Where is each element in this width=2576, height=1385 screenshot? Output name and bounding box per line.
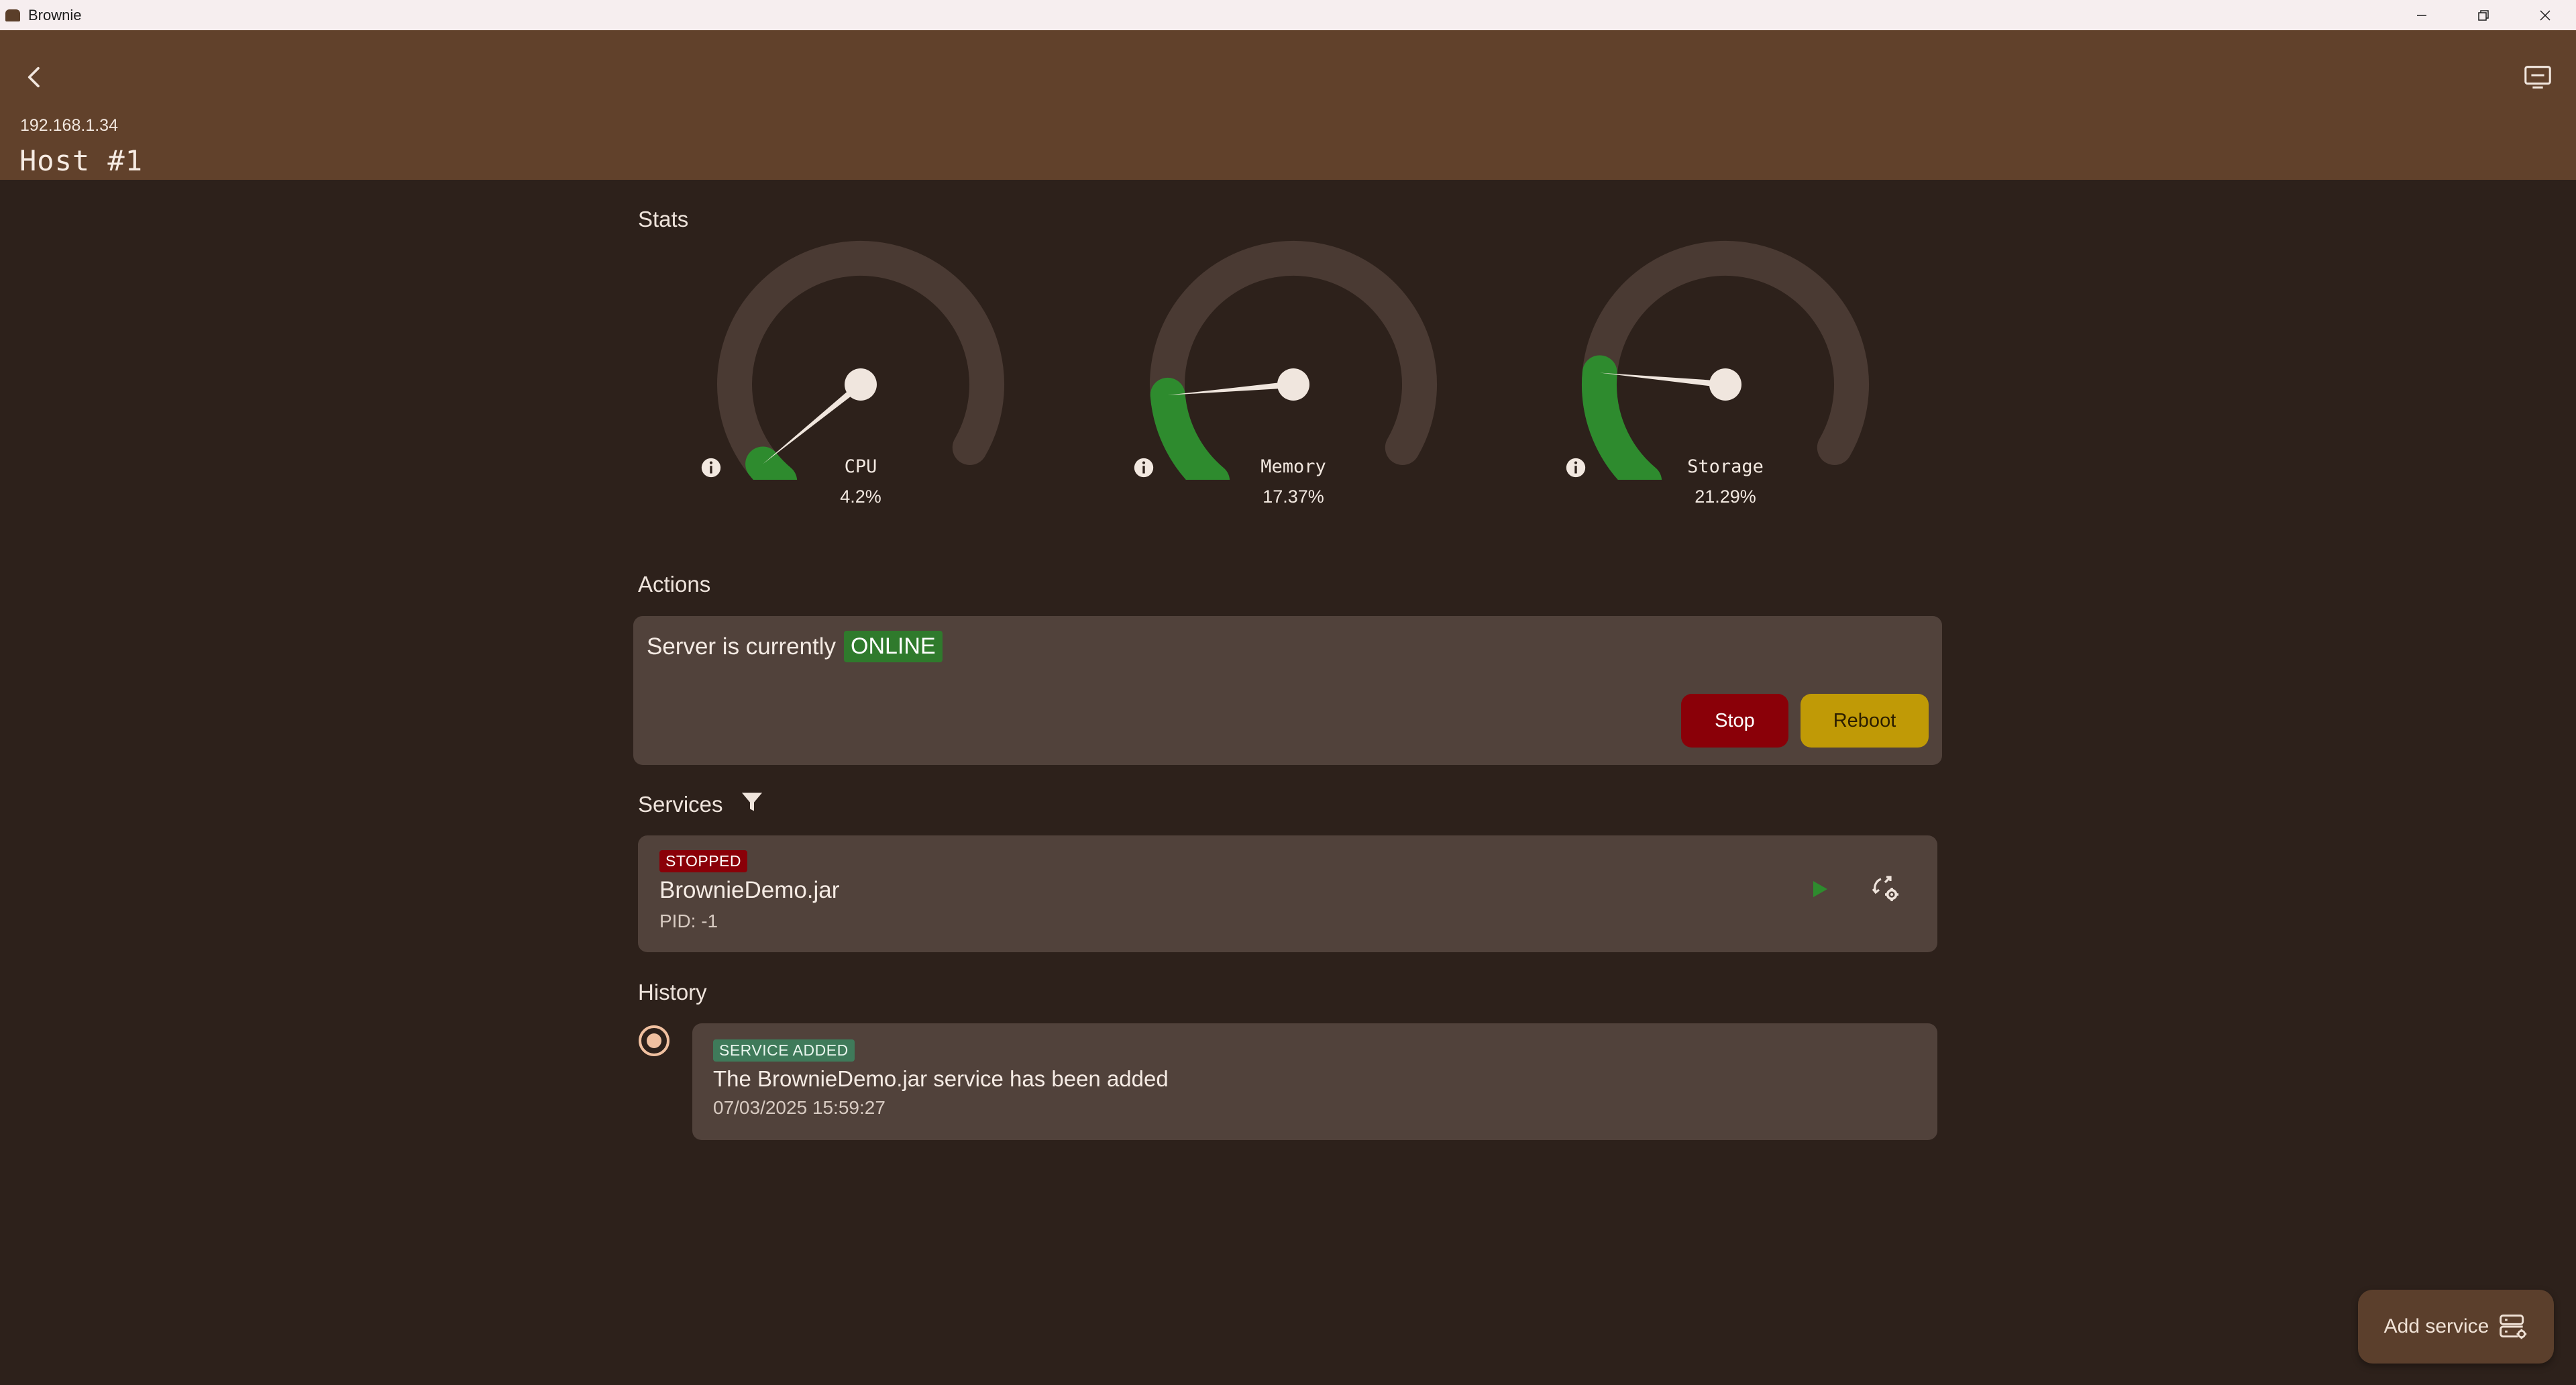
info-icon[interactable] xyxy=(1132,456,1155,479)
storage-gauge-hub xyxy=(1709,368,1741,401)
console-button[interactable] xyxy=(2514,54,2561,101)
cpu-value: 4.2% xyxy=(840,486,881,507)
stop-button[interactable]: Stop xyxy=(1681,694,1788,748)
close-icon xyxy=(2540,9,2551,21)
actions-card: Server is currently ONLINE Stop Reboot xyxy=(633,616,1942,765)
add-server-icon xyxy=(2500,1315,2527,1339)
cpu-gauge-needle xyxy=(763,382,863,464)
server-status: Server is currently ONLINE xyxy=(647,631,943,662)
window-titlebar: Brownie xyxy=(0,0,2576,30)
history-heading: History xyxy=(638,980,707,1005)
storage-label: Storage xyxy=(1687,456,1764,477)
host-name: Host #1 xyxy=(19,144,144,177)
host-ip: 192.168.1.34 xyxy=(20,116,118,135)
cpu-gauge-hub xyxy=(845,368,877,401)
storage-value: 21.29% xyxy=(1695,486,1756,507)
restart-settings-icon xyxy=(1872,876,1898,901)
stats-heading: Stats xyxy=(638,207,689,232)
cpu-label: CPU xyxy=(844,456,877,477)
server-status-text: Server is currently xyxy=(647,633,837,660)
minimize-icon xyxy=(2417,14,2426,16)
history-item: SERVICE ADDED The BrownieDemo.jar servic… xyxy=(692,1023,1937,1140)
minimize-button[interactable] xyxy=(2391,0,2453,30)
restore-icon xyxy=(2478,9,2489,21)
memory-value: 17.37% xyxy=(1263,486,1324,507)
memory-gauge-hub xyxy=(1277,368,1309,401)
history-timestamp: 07/03/2025 15:59:27 xyxy=(713,1097,885,1118)
restore-button[interactable] xyxy=(2453,0,2514,30)
info-icon[interactable] xyxy=(700,456,722,479)
memory-gauge-needle xyxy=(1167,381,1294,395)
memory-label: Memory xyxy=(1260,456,1326,477)
reboot-button[interactable]: Reboot xyxy=(1801,694,1929,748)
filter-icon[interactable] xyxy=(740,790,764,814)
service-settings-button[interactable] xyxy=(1865,869,1905,909)
back-button[interactable] xyxy=(15,57,55,97)
cpu-gauge-dial xyxy=(717,241,1004,480)
service-status-badge: STOPPED xyxy=(659,850,747,872)
online-status-badge: ONLINE xyxy=(844,631,943,662)
chevron-left-icon xyxy=(28,66,40,88)
service-name: BrownieDemo.jar xyxy=(659,877,840,903)
storage-gauge-needle xyxy=(1599,372,1726,388)
memory-gauge: Memory 17.37% xyxy=(1132,238,1454,547)
terminal-screen-icon xyxy=(2524,66,2551,89)
app-logo-icon xyxy=(5,9,20,21)
actions-heading: Actions xyxy=(638,572,711,597)
memory-gauge-dial xyxy=(1150,241,1437,480)
storage-gauge-dial xyxy=(1582,241,1869,480)
close-button[interactable] xyxy=(2514,0,2576,30)
info-icon[interactable] xyxy=(1564,456,1587,479)
timeline-dot-icon xyxy=(639,1025,669,1056)
add-service-button[interactable]: Add service xyxy=(2358,1290,2554,1364)
add-service-label: Add service xyxy=(2383,1315,2489,1337)
service-pid: PID: -1 xyxy=(659,911,718,931)
cpu-gauge: CPU 4.2% xyxy=(700,238,1022,547)
window-title: Brownie xyxy=(28,6,82,23)
start-service-button[interactable] xyxy=(1800,869,1840,909)
app-header: 192.168.1.34 Host #1 xyxy=(0,30,2576,180)
window-controls xyxy=(2391,0,2576,30)
storage-gauge: Storage 21.29% xyxy=(1564,238,1886,547)
service-item[interactable]: STOPPED BrownieDemo.jar PID: -1 xyxy=(638,835,1937,952)
services-heading: Services xyxy=(638,792,723,817)
play-icon xyxy=(1813,881,1827,897)
history-event-badge: SERVICE ADDED xyxy=(713,1039,855,1062)
history-message: The BrownieDemo.jar service has been add… xyxy=(713,1066,1169,1091)
